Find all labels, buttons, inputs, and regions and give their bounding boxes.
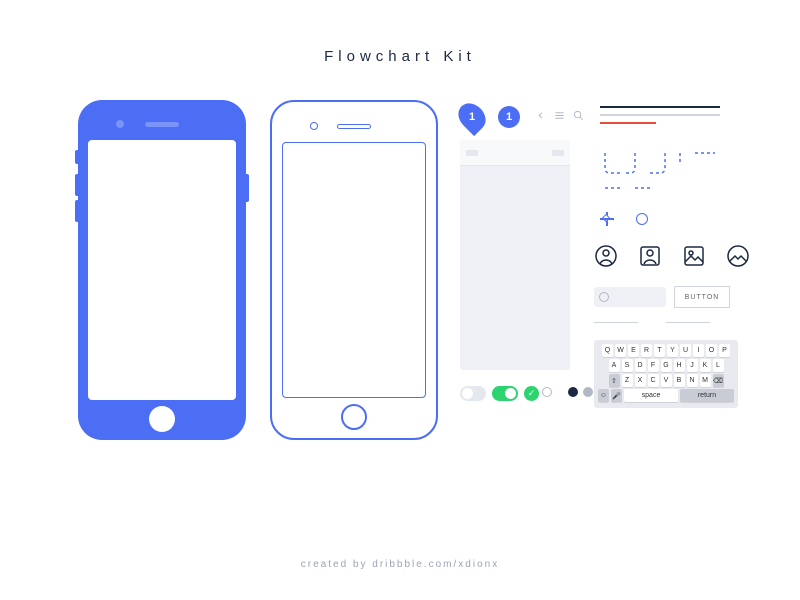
search-icon <box>573 110 584 121</box>
keyboard-key[interactable]: K <box>700 359 711 372</box>
keyboard-key[interactable]: Q <box>602 344 613 357</box>
phone-mockup-outline <box>270 100 438 440</box>
crosshair-icon <box>600 212 614 226</box>
keyboard-key[interactable]: space <box>624 389 678 402</box>
keyboard-key[interactable]: O <box>706 344 717 357</box>
number-badge: 1 <box>498 106 520 128</box>
keyboard-key[interactable]: return <box>680 389 734 402</box>
keyboard-key[interactable]: E <box>628 344 639 357</box>
keyboard-key[interactable]: S <box>622 359 633 372</box>
keyboard-key[interactable]: ⇧ <box>609 374 620 387</box>
home-button-icon <box>149 406 175 432</box>
keyboard-key[interactable]: L <box>713 359 724 372</box>
toggle-group: ✓ <box>460 386 539 401</box>
back-arrow-icon <box>535 110 546 121</box>
radio-empty[interactable] <box>542 387 552 397</box>
keyboard: QWERTYUIOP ASDFGHJKL ⇧ZXCVBNM⌫ ☺🎤spacere… <box>594 340 738 408</box>
keyboard-key[interactable]: Z <box>622 374 633 387</box>
image-circle-icon <box>726 244 750 268</box>
keyboard-key[interactable]: X <box>635 374 646 387</box>
icon-set <box>594 244 750 268</box>
keyboard-key[interactable]: W <box>615 344 626 357</box>
wireframe-header <box>460 140 570 166</box>
button[interactable]: BUTTON <box>674 286 730 308</box>
keyboard-key[interactable]: H <box>674 359 685 372</box>
checkmark-icon: ✓ <box>524 386 539 401</box>
keyboard-key[interactable]: B <box>674 374 685 387</box>
keyboard-key[interactable]: R <box>641 344 652 357</box>
circle-marker-icon <box>636 213 648 225</box>
line-swatches <box>600 106 720 130</box>
keyboard-key[interactable]: N <box>687 374 698 387</box>
toggle-off[interactable] <box>460 386 486 401</box>
keyboard-key[interactable]: I <box>693 344 704 357</box>
dot-inactive[interactable] <box>583 387 593 397</box>
page-title: Flowchart Kit <box>0 0 800 65</box>
toggle-on[interactable] <box>492 386 518 401</box>
keyboard-key[interactable]: D <box>635 359 646 372</box>
flow-connectors <box>600 148 730 196</box>
nav-icons <box>535 110 584 121</box>
phone-screen <box>282 142 426 398</box>
menu-icon <box>554 110 565 121</box>
keyboard-key[interactable]: A <box>609 359 620 372</box>
keyboard-key[interactable]: ☺ <box>598 389 609 402</box>
user-square-icon <box>638 244 662 268</box>
map-pin-icon: 1 <box>453 98 491 136</box>
keyboard-key[interactable]: P <box>719 344 730 357</box>
keyboard-key[interactable]: V <box>661 374 672 387</box>
keyboard-key[interactable]: T <box>654 344 665 357</box>
search-input[interactable] <box>594 287 666 307</box>
keyboard-key[interactable]: M <box>700 374 711 387</box>
keyboard-key[interactable]: J <box>687 359 698 372</box>
phone-mockup-filled <box>78 100 246 440</box>
image-icon <box>682 244 706 268</box>
divider-set <box>594 322 710 323</box>
keyboard-key[interactable]: Y <box>667 344 678 357</box>
screen-wireframe <box>460 140 570 370</box>
keyboard-key[interactable]: C <box>648 374 659 387</box>
user-circle-icon <box>594 244 618 268</box>
phone-screen <box>88 140 236 400</box>
canvas: 1 1 ✓ <box>0 100 800 540</box>
keyboard-key[interactable]: ⌫ <box>713 374 724 387</box>
keyboard-key[interactable]: 🎤 <box>611 389 622 402</box>
keyboard-key[interactable]: U <box>680 344 691 357</box>
keyboard-key[interactable]: G <box>661 359 672 372</box>
dot-active[interactable] <box>568 387 578 397</box>
footer-credit: created by dribbble.com/xdionx <box>0 559 800 570</box>
flow-markers <box>600 212 648 226</box>
keyboard-key[interactable]: F <box>648 359 659 372</box>
home-button-icon <box>341 404 367 430</box>
